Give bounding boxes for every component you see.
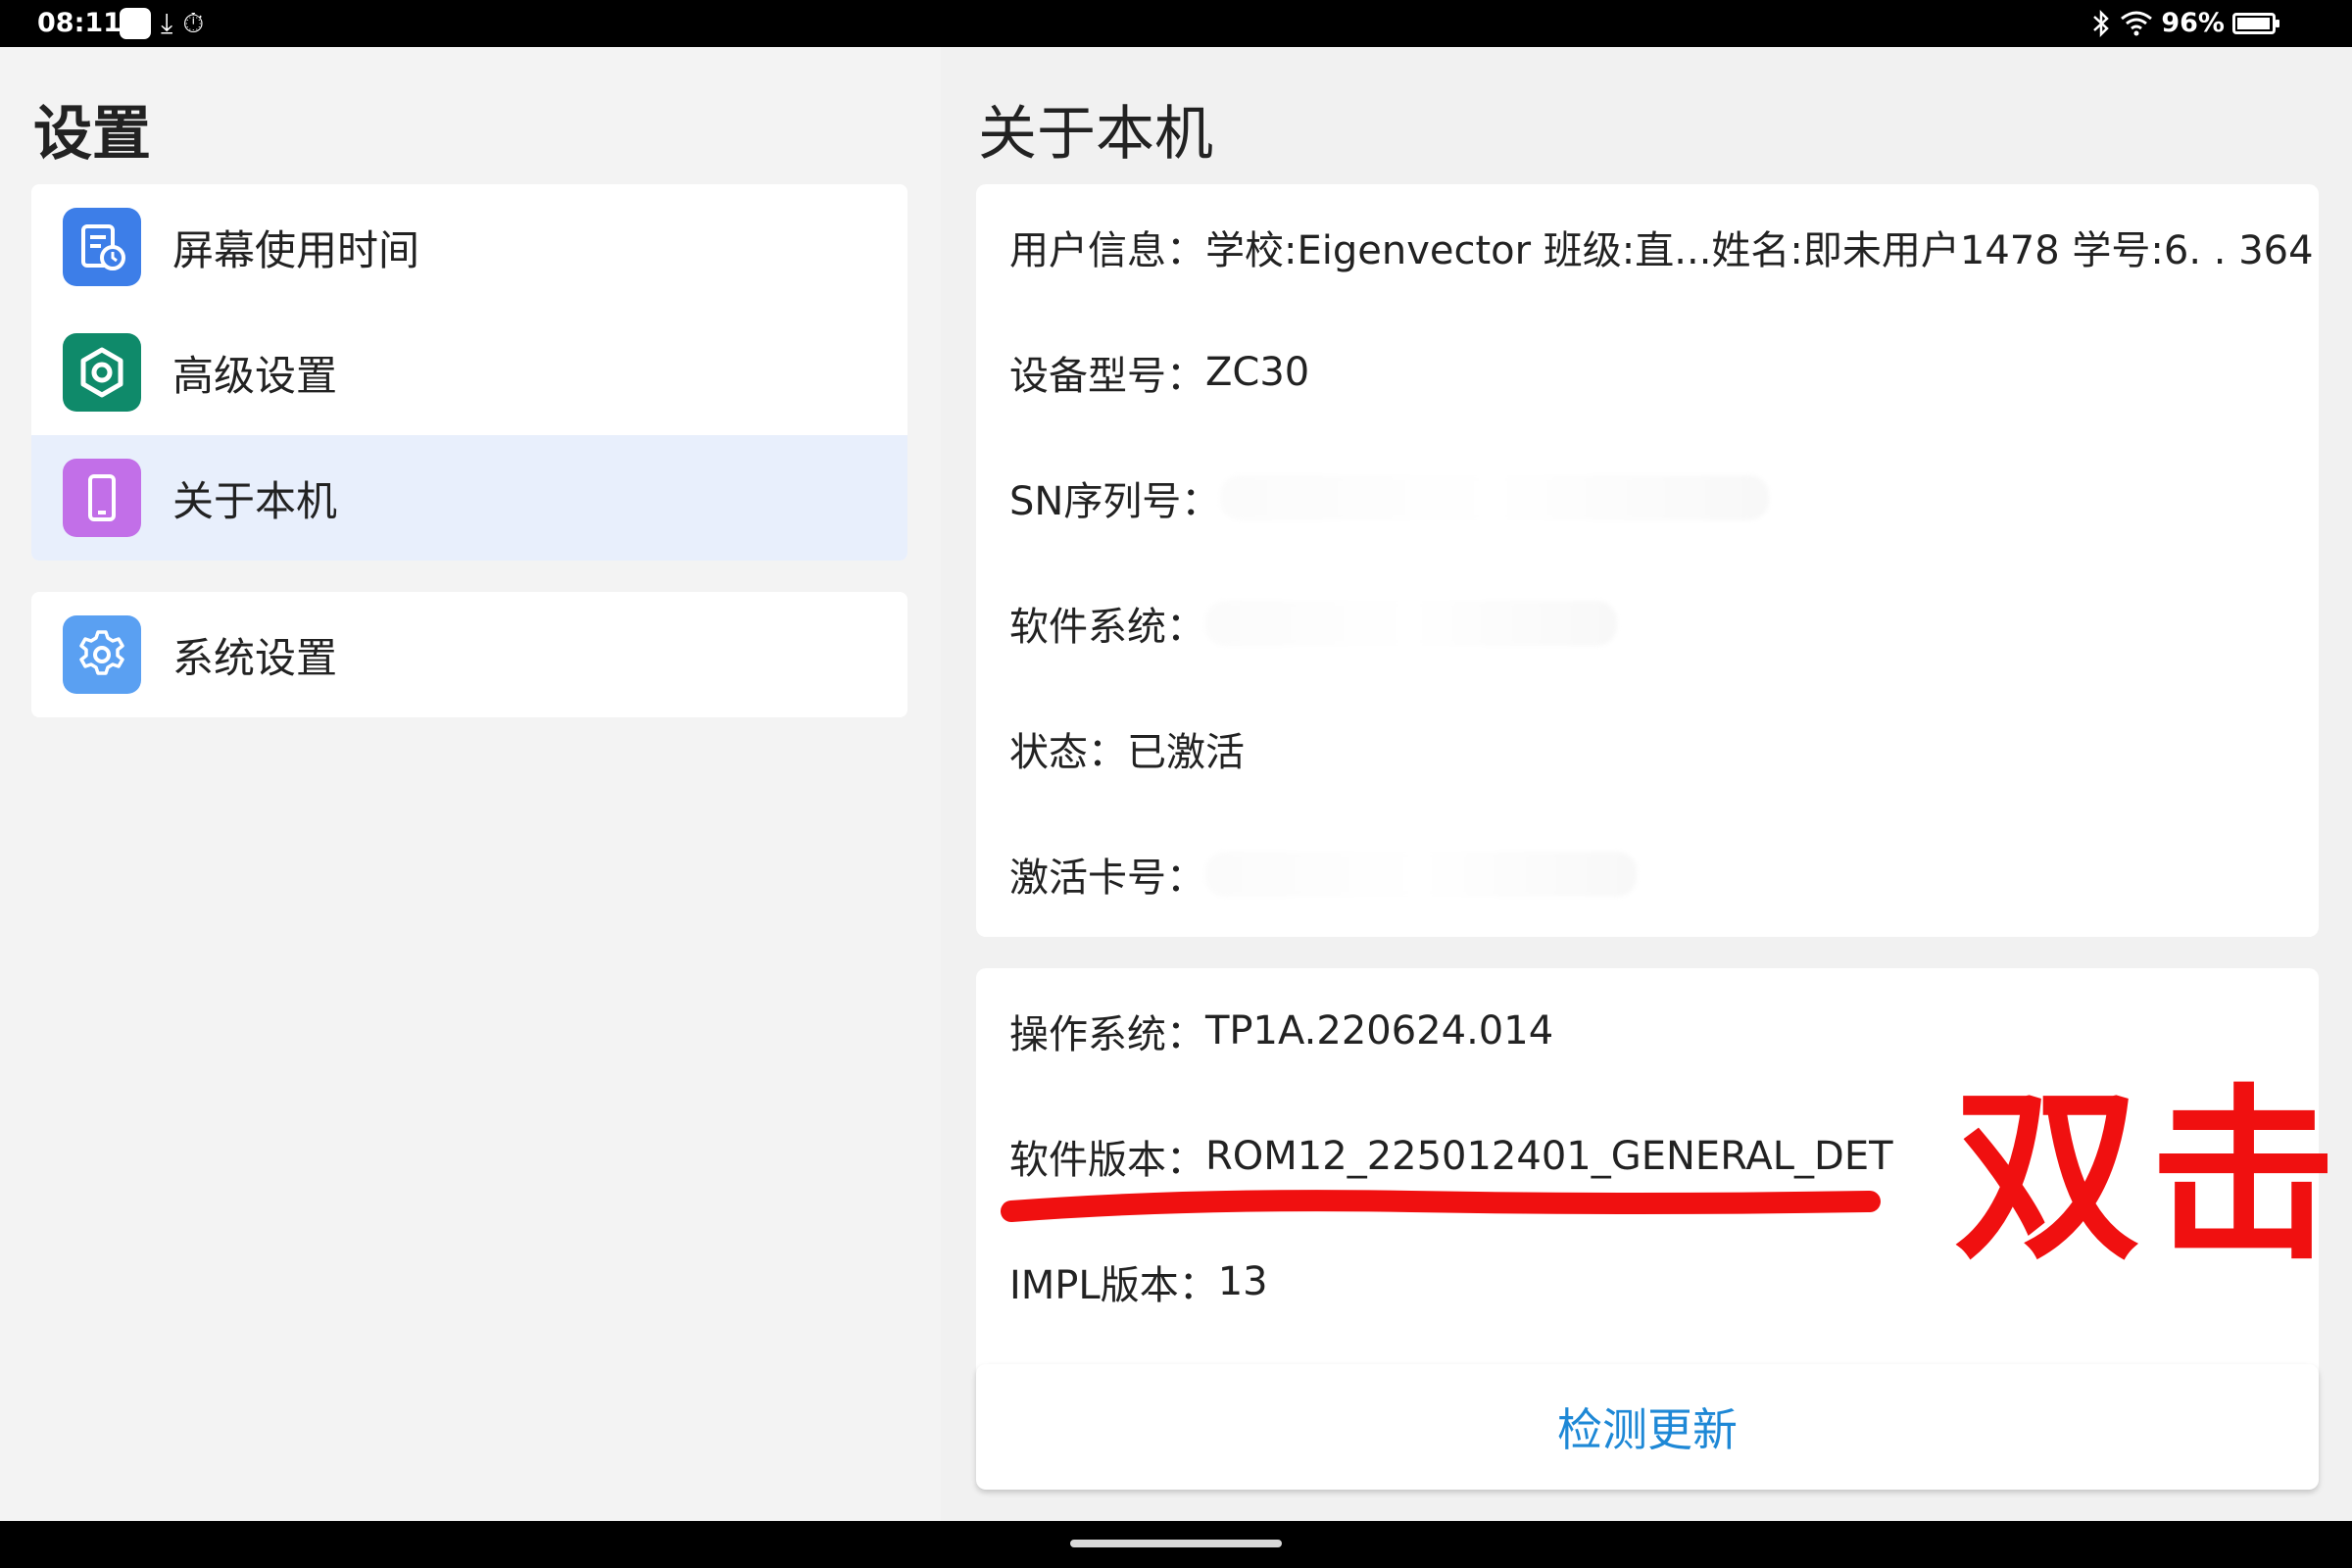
info-label: 设备型号： — [1009, 354, 1205, 399]
download-icon: ⤓ — [161, 7, 173, 39]
battery-fill — [2237, 17, 2270, 29]
section-title: 关于本机 — [978, 100, 1213, 169]
device-info-card: 用户信息： 学校:Eigenvector 班级:直...姓名:即未用户1478 … — [976, 184, 2319, 937]
info-label: 操作系统： — [1009, 1012, 1205, 1057]
menu-group-system: 系统设置 — [31, 592, 907, 717]
info-row-user: 用户信息： 学校:Eigenvector 班级:直...姓名:即未用户1478 … — [976, 184, 2319, 310]
battery-icon — [2232, 12, 2279, 34]
info-value: ZC30 — [1205, 350, 1310, 395]
sidebar-item-label: 屏幕使用时间 — [172, 225, 420, 274]
redacted-value — [1220, 475, 1770, 520]
battery-percent: 96% — [2161, 8, 2225, 38]
redacted-value — [1205, 852, 1637, 897]
settings-sidebar: 设置 屏幕使用时间 高级设置 关于本机 系统设置 — [0, 47, 941, 1521]
info-row-serial: SN序列号： — [976, 435, 2319, 561]
info-row-model: 设备型号： ZC30 — [976, 310, 2319, 435]
wifi-icon — [2121, 11, 2153, 35]
info-label: 软件版本： — [1009, 1138, 1205, 1183]
gear-icon — [63, 615, 141, 694]
notification-icon — [120, 8, 151, 39]
about-device-panel: 关于本机 用户信息： 学校:Eigenvector 班级:直...姓名:即未用户… — [941, 47, 2352, 1521]
info-label: SN序列号： — [1009, 479, 1221, 524]
phone-icon — [63, 459, 141, 537]
info-label: 软件系统： — [1009, 605, 1205, 650]
info-value: 学校:Eigenvector 班级:直...姓名:即未用户1478 学号:6. … — [1205, 228, 2314, 273]
annotation-text: 双击 — [1954, 1068, 2347, 1285]
info-row-status: 状态： 已激活 — [976, 686, 2319, 811]
info-value: 已激活 — [1127, 730, 1245, 775]
info-value: TP1A.220624.014 — [1205, 1008, 1554, 1054]
page-title: 设置 — [33, 100, 151, 169]
sidebar-item-advanced-settings[interactable]: 高级设置 — [31, 310, 907, 435]
redacted-value — [1205, 601, 1617, 646]
sidebar-item-label: 系统设置 — [172, 633, 338, 682]
info-row-activation-card: 激活卡号： — [976, 811, 2319, 937]
check-update-button[interactable]: 检测更新 — [976, 1364, 2319, 1490]
navigation-bar — [0, 1521, 2352, 1568]
info-label: 状态： — [1009, 730, 1127, 775]
status-time: 08:11 — [37, 8, 122, 38]
status-bar: 08:11 ⤓ ⏱ 96% — [0, 0, 2352, 47]
info-label: 用户信息： — [1009, 228, 1205, 273]
info-label: IMPL版本： — [1009, 1263, 1218, 1308]
screen-time-icon — [63, 208, 141, 286]
home-handle[interactable] — [1070, 1540, 1282, 1547]
sidebar-item-system-settings[interactable]: 系统设置 — [31, 592, 907, 717]
sidebar-item-label: 高级设置 — [172, 351, 338, 400]
sidebar-item-screen-time[interactable]: 屏幕使用时间 — [31, 184, 907, 310]
info-value: 13 — [1217, 1259, 1268, 1304]
bluetooth-icon — [2093, 9, 2110, 37]
gear-icon — [63, 333, 141, 412]
info-value: ROM12_225012401_GENERAL_DET — [1205, 1134, 1893, 1179]
sidebar-item-about-device[interactable]: 关于本机 — [31, 435, 907, 561]
timer-icon: ⏱ — [182, 7, 205, 39]
info-label: 激活卡号： — [1009, 856, 1205, 901]
menu-group-main: 屏幕使用时间 高级设置 关于本机 — [31, 184, 907, 561]
info-row-software-system: 软件系统： — [976, 561, 2319, 686]
sidebar-item-label: 关于本机 — [172, 476, 338, 525]
